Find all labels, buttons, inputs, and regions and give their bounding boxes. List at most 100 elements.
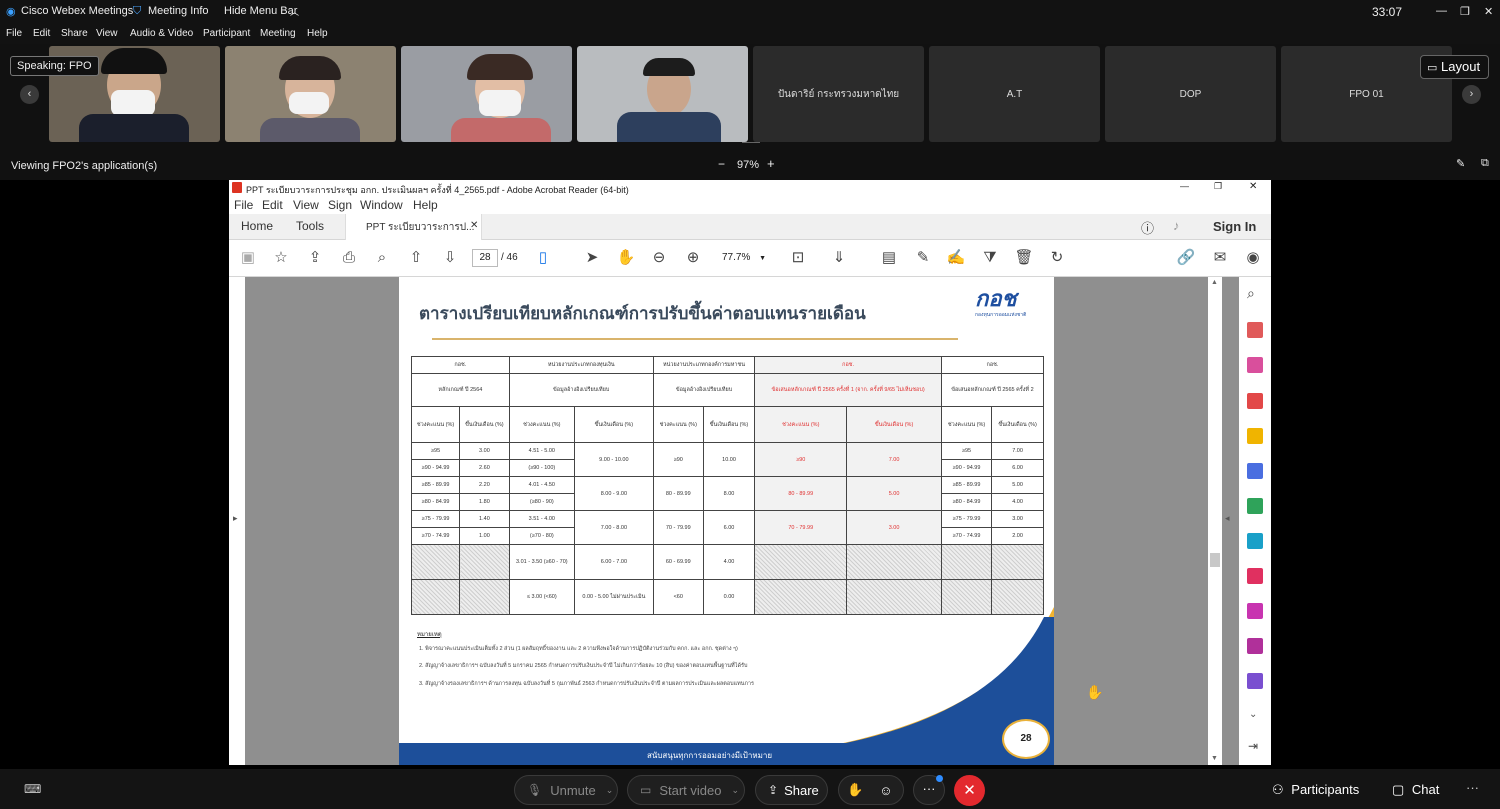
edit-pdf-icon[interactable] xyxy=(1247,393,1263,409)
request-signature-icon[interactable] xyxy=(1247,673,1263,689)
zoom-out-icon[interactable]: ⊖ xyxy=(649,248,669,268)
zoom-in-icon[interactable]: ⊕ xyxy=(683,248,703,268)
tab-tools[interactable]: Tools xyxy=(296,219,324,233)
scroll-mode-icon[interactable]: ⇓ xyxy=(829,248,849,268)
fit-page-icon[interactable]: ⊡ xyxy=(788,248,808,268)
menu-file[interactable]: File xyxy=(6,28,22,39)
menu-view[interactable]: View xyxy=(96,28,118,39)
sign-icon[interactable]: ✍ xyxy=(946,248,966,268)
minimize-icon[interactable]: — xyxy=(1436,5,1447,17)
restore-icon[interactable]: ❐ xyxy=(1214,181,1222,192)
caption-icon[interactable]: ⌨ xyxy=(24,782,41,796)
menu-share[interactable]: Share xyxy=(61,28,88,39)
email-icon[interactable]: ✉ xyxy=(1210,248,1230,268)
hide-menu-bar-button[interactable]: Hide Menu Bar xyxy=(224,5,297,17)
name-tile[interactable]: DOP xyxy=(1105,46,1276,142)
chevron-left-icon[interactable]: ‹ xyxy=(20,85,39,104)
comment-tool-icon[interactable] xyxy=(1247,428,1263,444)
participants-button[interactable]: ⚇ Participants xyxy=(1272,782,1359,798)
combine-files-icon[interactable] xyxy=(1247,463,1263,479)
tab-home[interactable]: Home xyxy=(241,219,273,233)
acrobat-menu-window[interactable]: Window xyxy=(360,198,403,212)
sign-in-button[interactable]: Sign In xyxy=(1213,219,1256,234)
search-icon[interactable]: ⌕ xyxy=(372,248,392,268)
start-video-button[interactable]: ▭ Start video ⌄ xyxy=(627,775,745,805)
rotate-icon[interactable]: ↻ xyxy=(1047,248,1067,268)
acrobat-menu-sign[interactable]: Sign xyxy=(328,198,352,212)
chevron-right-icon[interactable]: › xyxy=(1462,85,1481,104)
zoom-dropdown[interactable]: 77.7% ▼ xyxy=(716,249,772,267)
minimize-icon[interactable]: — xyxy=(1180,181,1189,191)
video-tile-4[interactable] xyxy=(577,46,748,142)
collapse-panel-icon[interactable]: ⇥ xyxy=(1248,739,1258,753)
tab-document[interactable]: PPT ระเบียบวาระการป... ✕ xyxy=(345,214,482,240)
acrobat-menu-file[interactable]: File xyxy=(234,198,253,212)
menu-participant[interactable]: Participant xyxy=(203,28,250,39)
scrollbar-thumb[interactable] xyxy=(1210,553,1220,567)
acrobat-menu-help[interactable]: Help xyxy=(413,198,438,212)
chevron-up-icon[interactable]: ︿ xyxy=(290,5,299,18)
layout-button[interactable]: ▭ Layout xyxy=(1420,55,1489,79)
export-pdf-icon[interactable] xyxy=(1247,322,1263,338)
account-icon[interactable]: ◉ xyxy=(1243,248,1263,268)
acrobat-menu-view[interactable]: View xyxy=(293,198,319,212)
page-down-icon[interactable]: ⇩ xyxy=(440,248,460,268)
collapse-right-icon[interactable]: ◂ xyxy=(1225,513,1230,524)
menu-meeting[interactable]: Meeting xyxy=(260,28,296,39)
tab-close-icon[interactable]: ✕ xyxy=(470,220,478,231)
name-tile[interactable]: A.T xyxy=(929,46,1100,142)
hand-tool-icon[interactable]: ✋ xyxy=(616,248,636,268)
scroll-down-icon[interactable]: ▼ xyxy=(1211,755,1218,762)
video-tile-3[interactable] xyxy=(401,46,572,142)
page-view-icon[interactable]: ▯ xyxy=(533,248,553,268)
organize-pages-icon[interactable] xyxy=(1247,498,1263,514)
select-arrow-icon[interactable]: ➤ xyxy=(582,248,602,268)
print-icon[interactable]: ⎙ xyxy=(339,248,359,268)
upload-cloud-icon[interactable]: ⇪ xyxy=(305,248,325,268)
menu-edit[interactable]: Edit xyxy=(33,28,50,39)
save-icon[interactable]: ▣ xyxy=(238,248,258,268)
zoom-in-button[interactable]: + xyxy=(767,156,775,171)
scroll-up-icon[interactable]: ▲ xyxy=(1211,279,1218,286)
expand-left-icon[interactable]: ▸ xyxy=(233,513,238,524)
unmute-button[interactable]: 🎙 Unmute ⌄ xyxy=(514,775,618,805)
menu-audio-video[interactable]: Audio & Video xyxy=(130,28,193,39)
page-number-input[interactable]: 28 xyxy=(472,249,498,267)
close-icon[interactable]: ✕ xyxy=(1484,5,1493,18)
compress-icon[interactable] xyxy=(1247,638,1263,654)
chevron-down-icon[interactable]: ⌄ xyxy=(606,785,614,796)
raise-hand-icon[interactable]: ✋ xyxy=(847,782,863,798)
link-icon[interactable]: 🔗 xyxy=(1176,248,1196,268)
name-tile[interactable]: ปันดาริย์ กระทรวงมหาดไทย xyxy=(753,46,924,142)
menu-help[interactable]: Help xyxy=(307,28,328,39)
chevron-down-icon[interactable]: ⌄ xyxy=(732,785,740,796)
scan-ocr-icon[interactable] xyxy=(1247,533,1263,549)
stamp-icon[interactable]: ⧩ xyxy=(980,248,1000,268)
highlight-pen-icon[interactable]: ✎ xyxy=(913,248,933,268)
acrobat-menu-edit[interactable]: Edit xyxy=(262,198,283,212)
share-button[interactable]: ⇪ Share xyxy=(755,775,828,805)
more-menu-icon[interactable]: ··· xyxy=(1466,780,1479,795)
protect-icon[interactable] xyxy=(1247,603,1263,619)
delete-icon[interactable]: 🗑 xyxy=(1014,248,1034,268)
document-area[interactable]: ▸ ตารางเปรียบเทียบหลักเกณฑ์การปรับขึ้นค่… xyxy=(229,277,1239,765)
zoom-out-button[interactable]: − xyxy=(718,157,725,171)
create-pdf-icon[interactable] xyxy=(1247,357,1263,373)
video-tile-2[interactable] xyxy=(225,46,396,142)
star-icon[interactable]: ☆ xyxy=(271,248,291,268)
bell-icon[interactable]: ♪ xyxy=(1173,218,1180,233)
restore-icon[interactable]: ❐ xyxy=(1460,5,1470,18)
help-icon[interactable]: ⓘ xyxy=(1141,218,1154,237)
meeting-info-button[interactable]: Meeting Info xyxy=(148,5,209,17)
comment-icon[interactable]: ▤ xyxy=(879,248,899,268)
scrollbar[interactable]: ▲ ▼ xyxy=(1208,277,1222,765)
chevron-down-icon[interactable]: ⌄ xyxy=(1249,709,1257,720)
emoji-icon[interactable]: ☺ xyxy=(879,783,892,798)
popout-icon[interactable]: ⧉ xyxy=(1481,157,1489,170)
leave-meeting-button[interactable]: ✕ xyxy=(954,775,985,806)
fill-sign-icon[interactable] xyxy=(1247,568,1263,584)
page-up-icon[interactable]: ⇧ xyxy=(406,248,426,268)
annotate-icon[interactable]: ✎ xyxy=(1456,157,1465,170)
close-icon[interactable]: ✕ xyxy=(1249,181,1257,192)
chat-button[interactable]: ▢ Chat xyxy=(1392,782,1439,798)
